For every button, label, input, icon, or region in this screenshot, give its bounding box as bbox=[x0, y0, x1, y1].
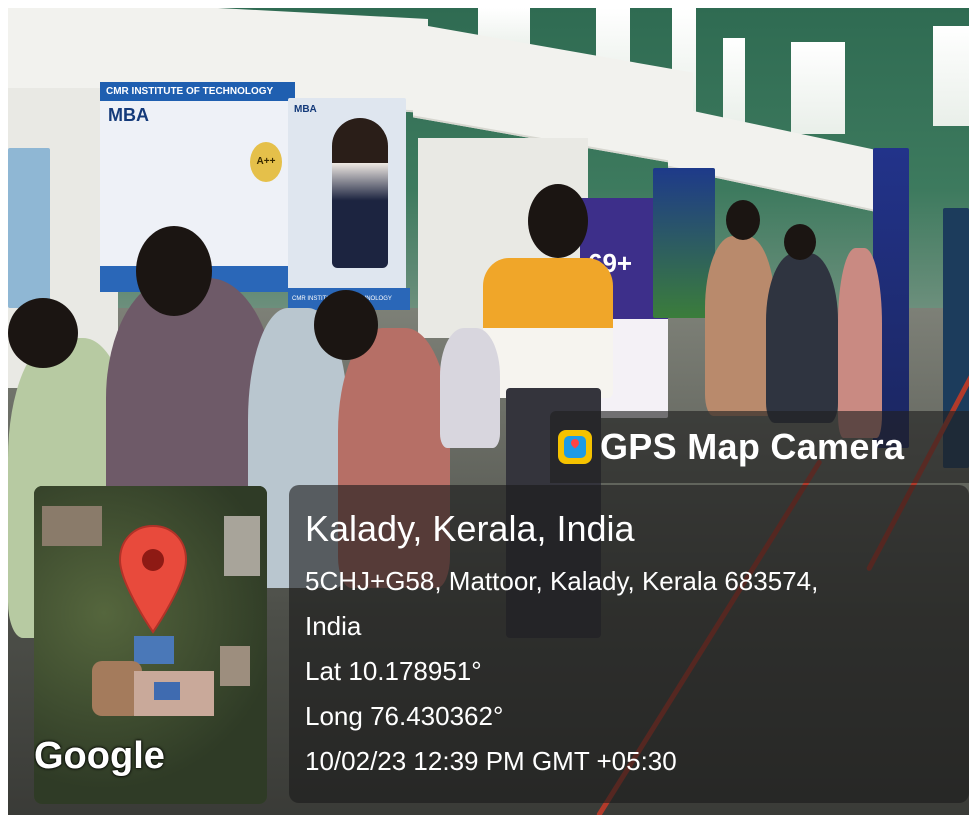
poster-model bbox=[332, 118, 388, 268]
visitor bbox=[705, 236, 775, 416]
visitor-head bbox=[314, 290, 378, 360]
visitor-head bbox=[784, 224, 816, 260]
address-line: 5CHJ+G58, Mattoor, Kalady, Kerala 683574… bbox=[305, 566, 819, 596]
gps-overlay-header: GPS Map Camera bbox=[550, 411, 969, 483]
location-title: Kalady, Kerala, India bbox=[305, 508, 635, 549]
hall-window bbox=[723, 38, 745, 128]
map-marker-icon bbox=[118, 524, 188, 634]
visitor-head bbox=[8, 298, 78, 368]
visitor-head bbox=[528, 184, 588, 258]
map-building bbox=[134, 636, 174, 664]
google-logo: Google bbox=[34, 735, 165, 777]
visitor bbox=[838, 248, 882, 438]
poster-title: MBA bbox=[108, 105, 149, 125]
map-building bbox=[154, 682, 180, 700]
visitor bbox=[440, 328, 500, 448]
hall-window bbox=[933, 26, 969, 126]
longitude-text: Long 76.430362° bbox=[305, 701, 504, 731]
timestamp-text: 10/02/23 12:39 PM GMT +05:30 bbox=[305, 746, 677, 776]
address-country: India bbox=[305, 611, 362, 641]
latitude-text: Lat 10.178951° bbox=[305, 656, 482, 686]
map-building bbox=[224, 516, 260, 576]
map-thumbnail: Google bbox=[34, 486, 267, 804]
screenshot-frame: CMR INSTITUTE OF TECHNOLOGY MBA A++ MBA … bbox=[0, 0, 977, 823]
accreditation-badge: A++ bbox=[250, 142, 282, 182]
side-poster bbox=[8, 148, 50, 308]
visitor-head bbox=[726, 200, 760, 240]
poster-title: MBA bbox=[294, 104, 317, 115]
gps-map-camera-icon bbox=[558, 430, 592, 464]
poster-heading: CMR INSTITUTE OF TECHNOLOGY bbox=[100, 82, 295, 101]
visitor bbox=[483, 258, 613, 398]
hall-window bbox=[791, 42, 845, 134]
visitor-head bbox=[136, 226, 212, 316]
map-building bbox=[42, 506, 102, 546]
map-building bbox=[220, 646, 250, 686]
mba-poster-2: MBA CMR INSTITUTE OF TECHNOLOGY bbox=[288, 98, 410, 310]
location-info-panel: Kalady, Kerala, India 5CHJ+G58, Mattoor,… bbox=[289, 485, 969, 803]
visitor bbox=[766, 253, 838, 423]
app-name: GPS Map Camera bbox=[600, 426, 905, 467]
